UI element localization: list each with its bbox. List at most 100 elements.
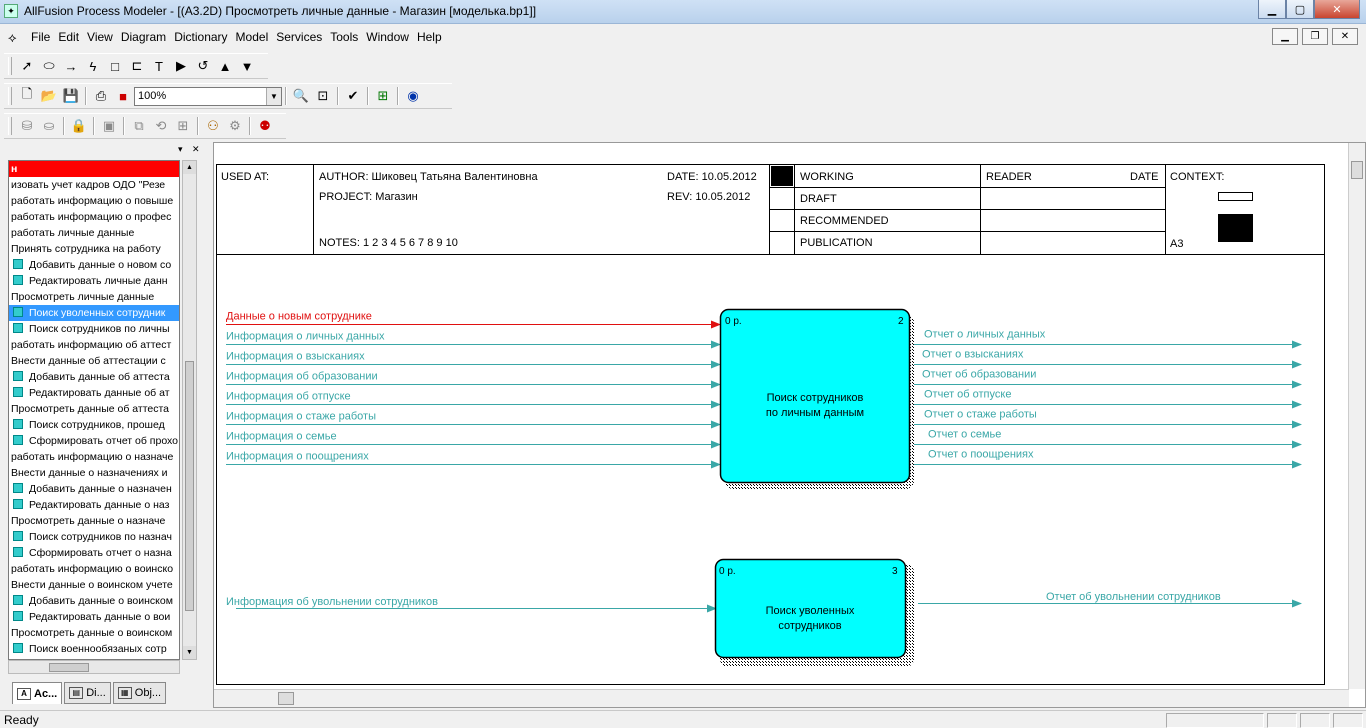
tree-item[interactable]: Поиск сотрудников, прошед <box>9 417 179 433</box>
pointer-tool-icon[interactable]: ➚ <box>16 55 38 77</box>
output-arrow-label[interactable]: Отчет об увольнении сотрудников <box>1046 591 1221 603</box>
zoom-select[interactable]: 100% ▼ <box>134 86 282 106</box>
tree-item[interactable]: работать личные данные <box>9 225 179 241</box>
tab-diagrams[interactable]: ▤ Di... <box>64 682 111 704</box>
canvas-horizontal-scrollbar[interactable] <box>214 689 1349 707</box>
input-arrow-label[interactable]: Информация об образовании <box>226 371 378 383</box>
minimize-button[interactable]: ▁ <box>1258 0 1286 19</box>
up-icon[interactable]: ▲ <box>214 55 236 77</box>
tree-item[interactable]: н <box>9 161 179 177</box>
output-arrow-label[interactable]: Отчет о поощрениях <box>928 449 1034 461</box>
maximize-button[interactable]: ▢ <box>1286 0 1314 19</box>
menu-services[interactable]: Services <box>273 30 325 44</box>
box-tool-icon[interactable]: □ <box>104 55 126 77</box>
squiggle-tool-icon[interactable]: ϟ <box>82 55 104 77</box>
tree-item[interactable]: работать информацию о профес <box>9 209 179 225</box>
document-icon[interactable]: ⟡ <box>8 30 17 46</box>
tree-item[interactable]: Добавить данные о назначен <box>9 481 179 497</box>
output-arrow-label[interactable]: Отчет об образовании <box>922 369 1036 381</box>
menu-edit[interactable]: Edit <box>55 30 82 44</box>
activity-box-2[interactable]: 0 р. 2 Поиск сотрудников по личным данны… <box>719 308 915 490</box>
toolbar-grip[interactable] <box>8 117 12 135</box>
tree-item[interactable]: Внести данные об аттестации с <box>9 353 179 369</box>
scroll-thumb[interactable] <box>185 361 194 611</box>
input-arrow-label[interactable]: Информация о поощрениях <box>226 451 369 463</box>
tree-vertical-scrollbar[interactable]: ▲ ▼ <box>182 160 197 660</box>
menu-model[interactable]: Model <box>233 30 272 44</box>
tree-item[interactable]: Просмотреть личные данные <box>9 289 179 305</box>
zoom-in-icon[interactable]: 🔍 <box>290 85 312 107</box>
mart-cube-icon[interactable]: ▣ <box>98 115 120 137</box>
input-arrow-label[interactable]: Данные о новым сотруднике <box>226 311 372 323</box>
model-explorer-icon[interactable]: ⊞ <box>372 85 394 107</box>
print-icon[interactable]: ⎙ <box>90 85 112 107</box>
menu-help[interactable]: Help <box>414 30 445 44</box>
output-arrow-label[interactable]: Отчет о семье <box>928 429 1001 441</box>
canvas-vertical-scrollbar[interactable] <box>1348 143 1365 689</box>
navigator-icon[interactable]: ◉ <box>402 85 424 107</box>
menu-file[interactable]: File <box>28 30 53 44</box>
tab-objects[interactable]: ▦ Obj... <box>112 682 167 704</box>
tree-item[interactable]: Редактировать личные данн <box>9 273 179 289</box>
tree-item[interactable]: работать информацию о воинско <box>9 561 179 577</box>
mart-merge-icon[interactable]: ⧉ <box>128 115 150 137</box>
menu-dictionary[interactable]: Dictionary <box>171 30 230 44</box>
scroll-thumb[interactable] <box>1351 161 1363 179</box>
tree-item[interactable]: работать информацию о повыше <box>9 193 179 209</box>
input-arrow-label[interactable]: Информация о стаже работы <box>226 411 376 423</box>
scroll-up-icon[interactable]: ▲ <box>183 161 196 174</box>
tree-item[interactable]: Сформировать отчет об прохо <box>9 433 179 449</box>
arrow-tool-icon[interactable]: → <box>60 55 82 77</box>
scroll-thumb[interactable] <box>278 692 294 705</box>
tree-item[interactable]: Поиск уволенных сотрудник <box>9 305 179 321</box>
mdi-minimize-button[interactable]: ▁ <box>1272 28 1298 45</box>
output-arrow-label[interactable]: Отчет о личных данных <box>924 329 1046 341</box>
tree-item[interactable]: Внести данные о назначениях и <box>9 465 179 481</box>
tree-item[interactable]: работать информацию об аттест <box>9 337 179 353</box>
scroll-thumb[interactable] <box>49 663 89 672</box>
tree-item[interactable]: изовать учет кадров ОДО "Резе <box>9 177 179 193</box>
tree-item[interactable]: Поиск сотрудников по назнач <box>9 529 179 545</box>
toolbar-grip[interactable] <box>8 57 12 75</box>
tree-item[interactable]: Поиск сотрудников по личны <box>9 321 179 337</box>
output-arrow-label[interactable]: Отчет о взысканиях <box>922 349 1024 361</box>
zoom-fit-icon[interactable]: ⊡ <box>312 85 334 107</box>
tree-item[interactable]: Принять сотрудника на работу <box>9 241 179 257</box>
toolbar-grip[interactable] <box>8 87 12 105</box>
output-arrow-label[interactable]: Отчет о стаже работы <box>924 409 1037 421</box>
down-icon[interactable]: ▼ <box>236 55 258 77</box>
mdi-close-button[interactable]: ✕ <box>1332 28 1358 45</box>
mart-users-icon[interactable]: ⚇ <box>202 115 224 137</box>
tree-item[interactable]: Поиск военнообязаных сотр <box>9 641 179 657</box>
mart-disconnect-icon[interactable]: ⛀ <box>38 115 60 137</box>
color-palette-icon[interactable]: ■ <box>112 85 134 107</box>
tree-item[interactable]: Просмотреть данные о воинском <box>9 625 179 641</box>
input-arrow-label[interactable]: Информация об отпуске <box>226 391 351 403</box>
tree-item[interactable]: Редактировать данные о вои <box>9 609 179 625</box>
tree-item[interactable]: Сформировать отчет о назна <box>9 545 179 561</box>
close-button[interactable]: ✕ <box>1314 0 1360 19</box>
people-icon[interactable]: ⚉ <box>254 115 276 137</box>
menu-view[interactable]: View <box>84 30 116 44</box>
input-arrow-label[interactable]: Информация о семье <box>226 431 337 443</box>
tree-item[interactable]: Добавить данные о новом со <box>9 257 179 273</box>
tree-item[interactable]: Редактировать данные об ат <box>9 385 179 401</box>
save-icon[interactable]: 💾 <box>60 85 82 107</box>
mart-sync-icon[interactable]: ⟲ <box>150 115 172 137</box>
output-arrow-label[interactable]: Отчет об отпуске <box>924 389 1011 401</box>
store-tool-icon[interactable]: ⊏ <box>126 55 148 77</box>
diagram-canvas[interactable]: USED AT: AUTHOR: Шиковец Татьяна Валенти… <box>214 143 1347 689</box>
tree-item[interactable]: работать информацию о назначе <box>9 449 179 465</box>
chevron-down-icon[interactable]: ▼ <box>266 87 281 105</box>
menu-tools[interactable]: Tools <box>327 30 361 44</box>
tree-item[interactable]: Добавить данные об аттеста <box>9 369 179 385</box>
activity-box-3[interactable]: 0 р. 3 Поиск уволенных сотрудников <box>714 558 915 668</box>
spellcheck-icon[interactable]: ✔ <box>342 85 364 107</box>
menu-window[interactable]: Window <box>363 30 412 44</box>
mart-connect-icon[interactable]: ⛁ <box>16 115 38 137</box>
tree-item[interactable]: Просмотреть данные о назначе <box>9 513 179 529</box>
activity-tree[interactable]: н изовать учет кадров ОДО "Резе работать и… <box>8 160 180 660</box>
input-arrow-label[interactable]: Информация о взысканиях <box>226 351 365 363</box>
text-tool-icon[interactable]: T <box>148 55 170 77</box>
tree-item[interactable]: Добавить данные о воинском <box>9 593 179 609</box>
